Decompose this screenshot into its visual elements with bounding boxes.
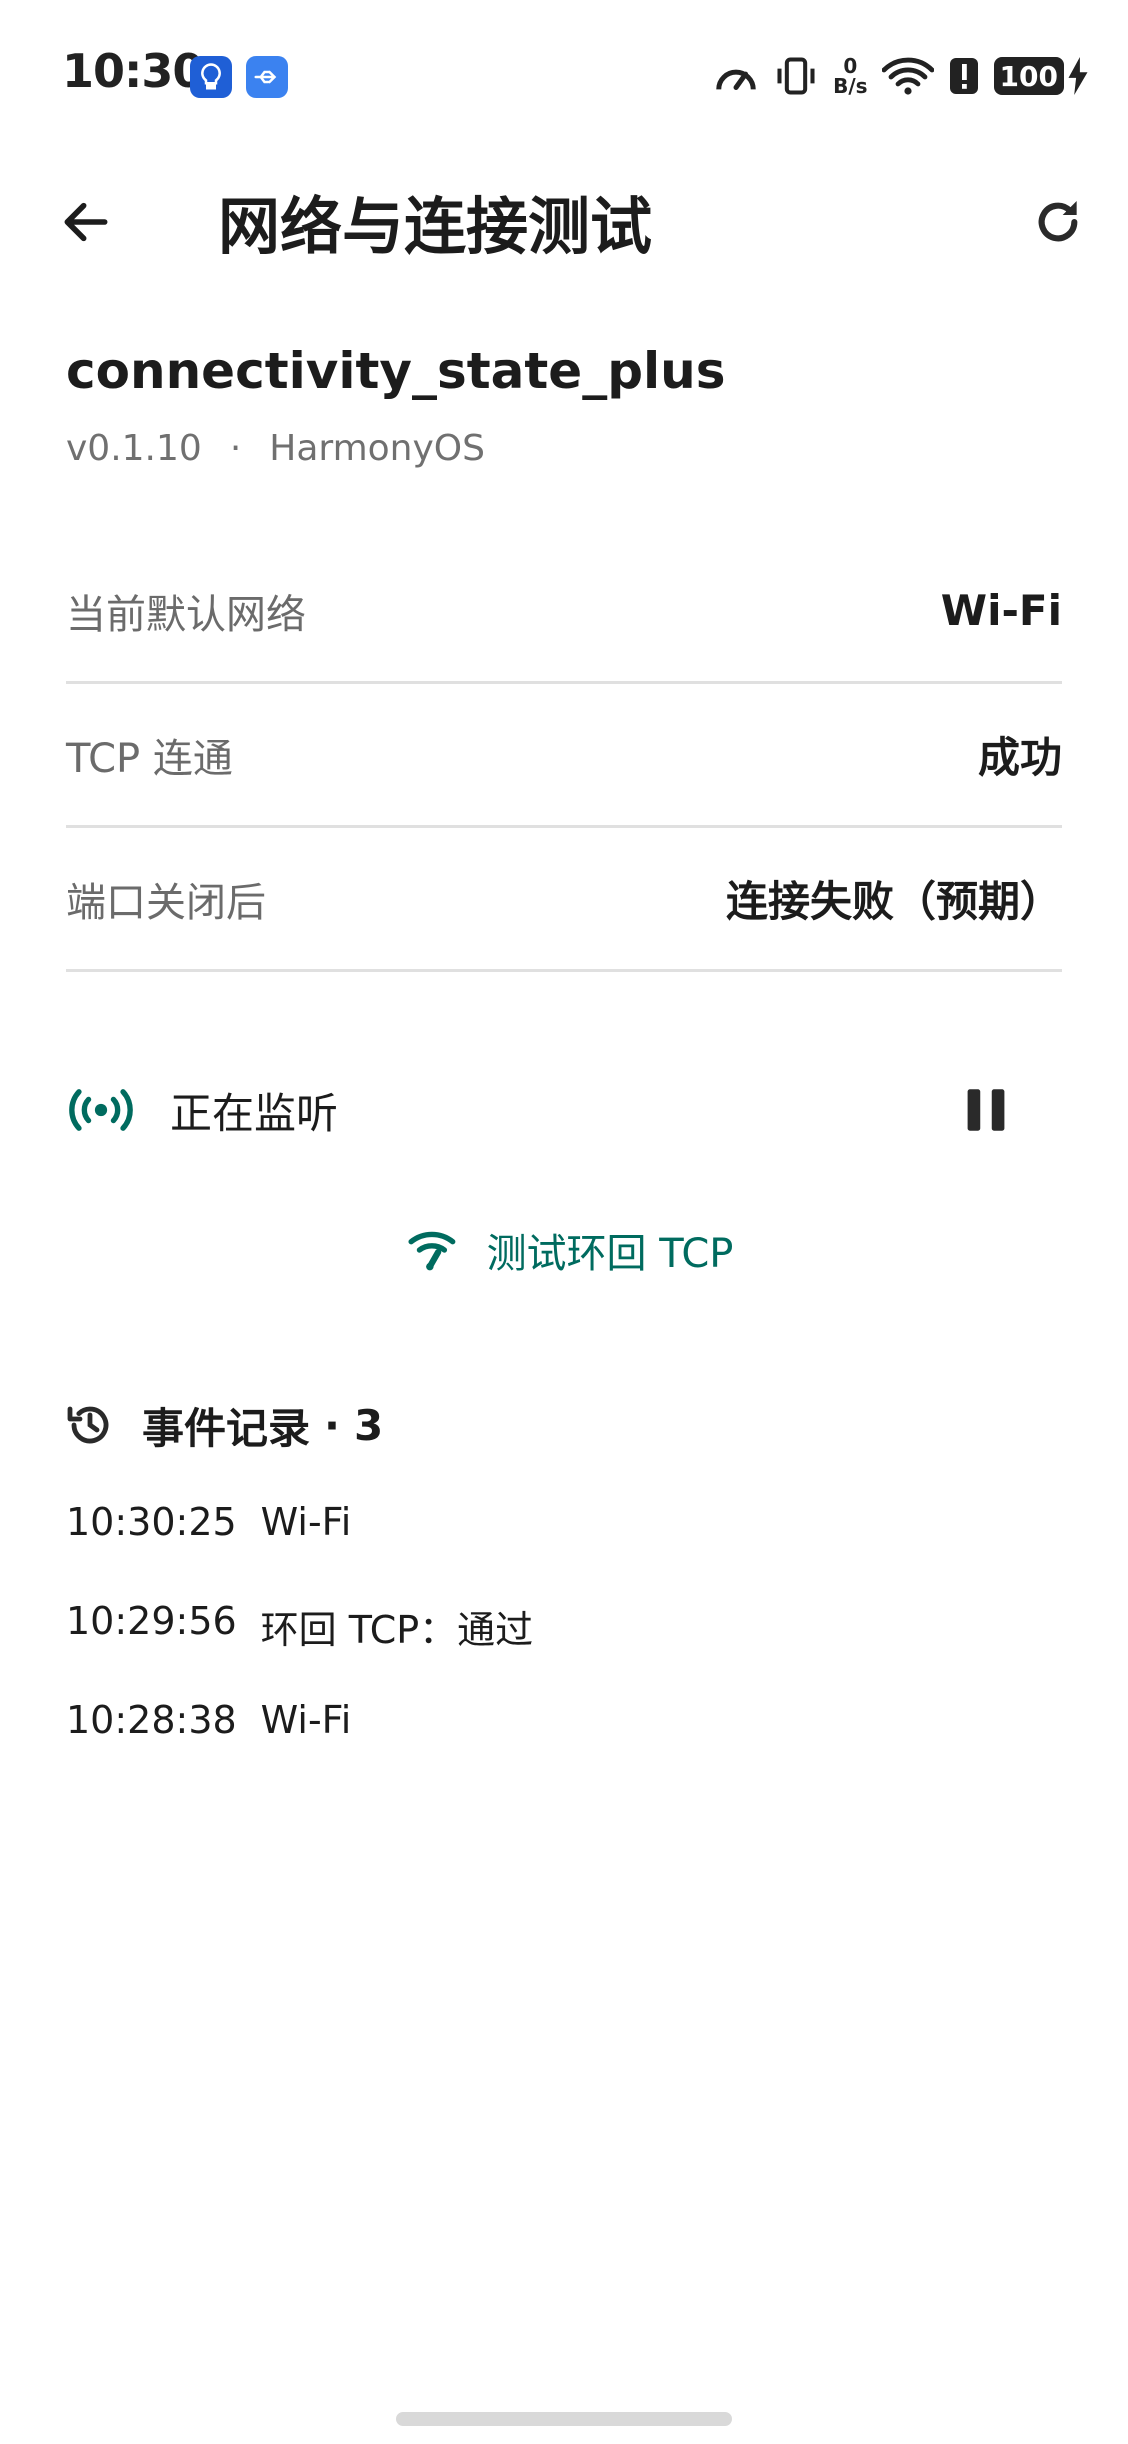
info-label: 端口关闭后 [66, 879, 266, 926]
log-item: 10:28:38 Wi-Fi [66, 1698, 533, 1797]
battery-indicator: 100 [993, 57, 1088, 95]
home-indicator[interactable] [396, 2412, 732, 2426]
status-time: 10:30 [62, 44, 204, 98]
refresh-button[interactable] [1018, 182, 1098, 262]
network-check-icon [408, 1231, 455, 1271]
network-speed-unit: B/s [833, 74, 868, 98]
pause-icon [967, 1089, 1005, 1131]
package-version: v0.1.10 [66, 428, 202, 469]
event-log-list: 10:30:25 Wi-Fi 10:29:56 环回 TCP：通过 10:28:… [66, 1500, 533, 1797]
alert-icon [949, 58, 978, 94]
test-loopback-tcp-button[interactable]: 测试环回 TCP [330, 1210, 810, 1290]
info-value: Wi-Fi [940, 586, 1062, 635]
app-bar: 网络与连接测试 [0, 160, 1128, 270]
log-item: 10:29:56 环回 TCP：通过 [66, 1599, 533, 1698]
listening-row: 正在监听 [66, 1070, 1062, 1150]
event-log-header: 事件记录 · 3 [66, 1390, 383, 1460]
status-bar: 10:30 0 B/s 100 [0, 0, 1128, 150]
log-text: 环回 TCP：通过 [260, 1608, 534, 1652]
log-time: 10:30:25 [66, 1500, 237, 1544]
listening-label: 正在监听 [170, 1088, 339, 1138]
log-time: 10:29:56 [66, 1599, 237, 1643]
event-log-separator: · [324, 1400, 340, 1450]
package-platform: HarmonyOS [269, 428, 485, 469]
log-item: 10:30:25 Wi-Fi [66, 1500, 533, 1599]
back-button[interactable] [46, 182, 126, 262]
lightbulb-notification-icon [190, 56, 232, 98]
page-title: 网络与连接测试 [218, 190, 653, 263]
event-log-title: 事件记录 [142, 1403, 311, 1453]
test-button-label: 测试环回 TCP [486, 1231, 734, 1277]
info-list: 当前默认网络 Wi-Fi TCP 连通 成功 端口关闭后 连接失败（预期） [66, 540, 1062, 972]
info-value: 成功 [977, 733, 1062, 782]
info-label: 当前默认网络 [66, 591, 306, 638]
status-icons: 0 B/s 100 [713, 50, 1088, 102]
wifi-icon [881, 57, 934, 95]
info-row-default-network: 当前默认网络 Wi-Fi [66, 540, 1062, 684]
usb-notification-icon [246, 56, 288, 98]
info-label: TCP 连通 [66, 735, 233, 782]
network-speed-value: 0 [843, 54, 858, 78]
event-log-count: 3 [353, 1400, 384, 1450]
network-speed-indicator: 0 B/s [833, 56, 867, 96]
meta-separator: · [229, 428, 242, 469]
speedometer-icon [716, 69, 756, 90]
info-row-tcp-connect: TCP 连通 成功 [66, 684, 1062, 828]
pause-button[interactable] [950, 1074, 1022, 1146]
refresh-icon [1038, 201, 1078, 242]
battery-level: 100 [999, 59, 1058, 93]
history-icon [67, 1406, 109, 1444]
info-value: 连接失败（预期） [725, 877, 1062, 926]
log-text: Wi-Fi [260, 1698, 352, 1742]
charging-bolt-icon [1068, 57, 1088, 95]
arrow-back-icon [64, 202, 108, 242]
broadcast-icon [66, 1075, 136, 1145]
package-meta: v0.1.10 · HarmonyOS [66, 428, 485, 469]
info-row-port-closed: 端口关闭后 连接失败（预期） [66, 828, 1062, 972]
log-text: Wi-Fi [260, 1500, 352, 1544]
log-time: 10:28:38 [66, 1698, 237, 1742]
vibrate-icon [777, 57, 815, 95]
package-name: connectivity_state_plus [66, 342, 726, 400]
